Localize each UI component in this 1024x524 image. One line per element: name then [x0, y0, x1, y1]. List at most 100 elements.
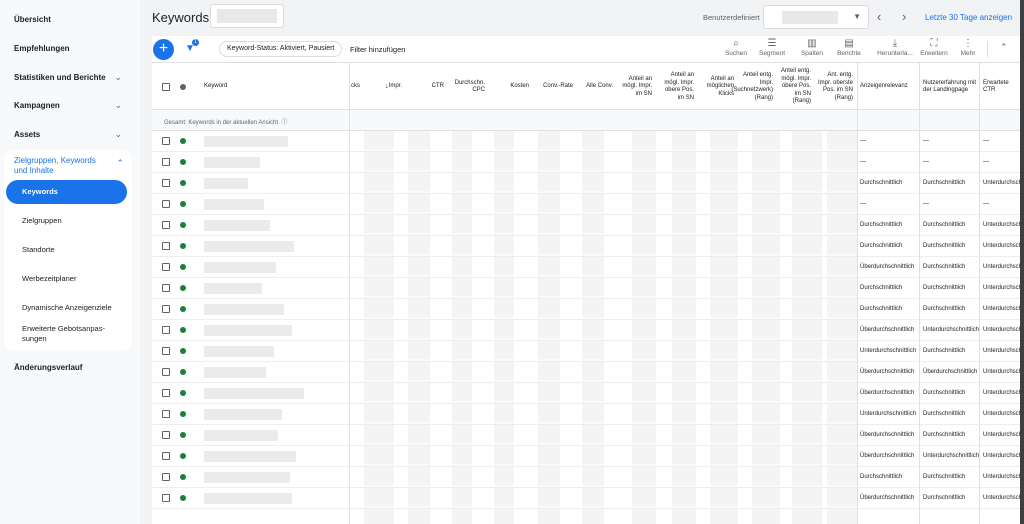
column-header[interactable]: Erwartete CTR	[983, 63, 1019, 111]
redacted-keyword[interactable]	[204, 409, 282, 420]
row-checkbox[interactable]	[162, 368, 170, 376]
table-row[interactable]: Unterdurchschnittlich Durchschnittlich Unt…	[152, 404, 1020, 425]
redacted-keyword[interactable]	[204, 346, 274, 357]
redacted-keyword[interactable]	[204, 220, 270, 231]
toolbar-columns-button[interactable]: ▥ Spalten	[792, 38, 832, 57]
chevron-right-icon[interactable]: ›	[902, 9, 906, 24]
sidebar-item-overview[interactable]: Übersicht	[14, 15, 122, 24]
table-row[interactable]: Überdurchschnittlich Unterdurchschnittlic…	[152, 446, 1020, 467]
sidebar-item-insights[interactable]: Statistiken und Berichte ⌄	[14, 72, 122, 82]
row-checkbox[interactable]	[162, 494, 170, 502]
add-filter-input[interactable]: Filter hinzufügen	[350, 45, 405, 54]
row-checkbox[interactable]	[162, 326, 170, 334]
status-enabled-icon[interactable]	[180, 369, 186, 375]
column-header[interactable]: Alle Conv.	[576, 63, 613, 111]
redacted-keyword[interactable]	[204, 451, 296, 462]
sidebar-item-change-history[interactable]: Änderungsverlauf	[14, 363, 122, 372]
column-header[interactable]: Conv.-Rate	[533, 63, 573, 111]
date-range-link[interactable]: Letzte 30 Tage anzeigen	[925, 13, 1012, 22]
account-selector[interactable]	[210, 4, 284, 28]
status-enabled-icon[interactable]	[180, 390, 186, 396]
redacted-keyword[interactable]	[204, 493, 292, 504]
column-header[interactable]: CTR	[408, 63, 444, 111]
column-header[interactable]: Anteil entg. mögl. Impr. obere Pos. im S…	[777, 63, 811, 111]
status-enabled-icon[interactable]	[180, 285, 186, 291]
sidebar-item-campaigns[interactable]: Kampagnen ⌄	[14, 100, 122, 110]
status-enabled-icon[interactable]	[180, 453, 186, 459]
chevron-left-icon[interactable]: ‹	[877, 9, 881, 24]
table-row[interactable]: Durchschnittlich Durchschnittlich Unterdur…	[152, 236, 1020, 257]
column-header[interactable]: Anteil entg. Impr. (Suchnetzwerk) (Rang)	[731, 63, 773, 111]
redacted-keyword[interactable]	[204, 325, 292, 336]
redacted-keyword[interactable]	[204, 283, 262, 294]
column-header[interactable]: Durchschn. CPC	[448, 63, 485, 111]
select-all-checkbox[interactable]	[162, 83, 170, 91]
status-enabled-icon[interactable]	[180, 180, 186, 186]
table-row[interactable]: Durchschnittlich Durchschnittlich Unterdur…	[152, 215, 1020, 236]
column-header[interactable]: Nutzererfahrung mit der Landingpage	[923, 63, 979, 111]
table-row[interactable]: Überdurchschnittlich Überdurchschnittlich…	[152, 362, 1020, 383]
redacted-keyword[interactable]	[204, 199, 264, 210]
table-row[interactable]: Durchschnittlich Durchschnittlich Unterdur…	[152, 173, 1020, 194]
date-range-select[interactable]: ▼	[763, 5, 869, 29]
redacted-keyword[interactable]	[204, 157, 260, 168]
sidebar-item-dynamic-targets[interactable]: Dynamische Anzeigenziele	[22, 303, 122, 313]
sidebar-item-assets[interactable]: Assets ⌄	[14, 129, 122, 139]
column-header[interactable]: Anteil an mögl. Impr. obere Pos. im SN	[657, 63, 694, 111]
sidebar-item-bid-adjustments[interactable]: Erweiterte Gebotsanpas-sungen	[22, 324, 116, 344]
status-enabled-icon[interactable]	[180, 432, 186, 438]
row-checkbox[interactable]	[162, 410, 170, 418]
redacted-keyword[interactable]	[204, 262, 276, 273]
redacted-keyword[interactable]	[204, 241, 294, 252]
column-header[interactable]: cks	[342, 63, 360, 111]
row-checkbox[interactable]	[162, 263, 170, 271]
status-enabled-icon[interactable]	[180, 159, 186, 165]
table-row[interactable]: Unterdurchschnittlich Durchschnittlich Unt…	[152, 341, 1020, 362]
status-enabled-icon[interactable]	[180, 264, 186, 270]
row-checkbox[interactable]	[162, 284, 170, 292]
row-checkbox[interactable]	[162, 242, 170, 250]
sidebar-item-keywords[interactable]: Keywords	[6, 180, 127, 204]
row-checkbox[interactable]	[162, 158, 170, 166]
status-enabled-icon[interactable]	[180, 348, 186, 354]
column-header[interactable]: Anteil an möglichen Klicks	[697, 63, 734, 111]
status-enabled-icon[interactable]	[180, 474, 186, 480]
table-row[interactable]: Überdurchschnittlich Durchschnittlich Unte…	[152, 383, 1020, 404]
redacted-keyword[interactable]	[204, 430, 278, 441]
row-checkbox[interactable]	[162, 473, 170, 481]
redacted-keyword[interactable]	[204, 472, 290, 483]
status-enabled-icon[interactable]	[180, 306, 186, 312]
table-row[interactable]: Überdurchschnittlich Durchschnittlich Unte…	[152, 425, 1020, 446]
status-filter-chip[interactable]: Keyword-Status: Aktiviert, Pausiert	[219, 41, 343, 57]
table-row[interactable]: Überdurchschnittlich Durchschnittlich Unte…	[152, 257, 1020, 278]
status-enabled-icon[interactable]	[180, 411, 186, 417]
column-header[interactable]: Keyword	[204, 63, 344, 111]
sidebar-item-recommendations[interactable]: Empfehlungen	[14, 44, 122, 53]
row-checkbox[interactable]	[162, 179, 170, 187]
redacted-keyword[interactable]	[204, 388, 304, 399]
table-row[interactable]: — — —	[152, 131, 1020, 152]
status-enabled-icon[interactable]	[180, 201, 186, 207]
status-enabled-icon[interactable]	[180, 327, 186, 333]
column-header[interactable]: Kosten	[489, 63, 529, 111]
toolbar-reports-button[interactable]: ▤ Berichte	[829, 38, 869, 57]
status-enabled-icon[interactable]	[180, 138, 186, 144]
column-header[interactable]: Anteil an mögl. Impr. im SN	[616, 63, 652, 111]
row-checkbox[interactable]	[162, 200, 170, 208]
table-row[interactable]: Überdurchschnittlich Durchschnittlich Unte…	[152, 488, 1020, 509]
toolbar-download-button[interactable]: ⤓ Herunterla...	[875, 38, 915, 57]
table-row[interactable]: Durchschnittlich Durchschnittlich Unterdur…	[152, 467, 1020, 488]
toolbar-more-button[interactable]: ⋮ Mehr	[948, 38, 988, 57]
column-header[interactable]: Ant. entg. Impr. oberste Pos. im SN (Ran…	[816, 63, 853, 111]
add-button[interactable]: +	[153, 39, 174, 60]
row-checkbox[interactable]	[162, 347, 170, 355]
sidebar-item-ad-schedule[interactable]: Werbezeitplaner	[22, 274, 122, 284]
column-header[interactable]: ↓ Impr.	[364, 63, 402, 111]
column-header[interactable]: Anzeigenrelevanz	[860, 63, 920, 111]
redacted-keyword[interactable]	[204, 136, 288, 147]
sidebar-item-audiences[interactable]: Zielgruppen	[22, 216, 122, 226]
table-row[interactable]: — — —	[152, 152, 1020, 173]
help-icon[interactable]: ⓘ	[281, 120, 287, 126]
status-enabled-icon[interactable]	[180, 243, 186, 249]
chevron-up-icon[interactable]: ⌃	[1000, 42, 1008, 53]
